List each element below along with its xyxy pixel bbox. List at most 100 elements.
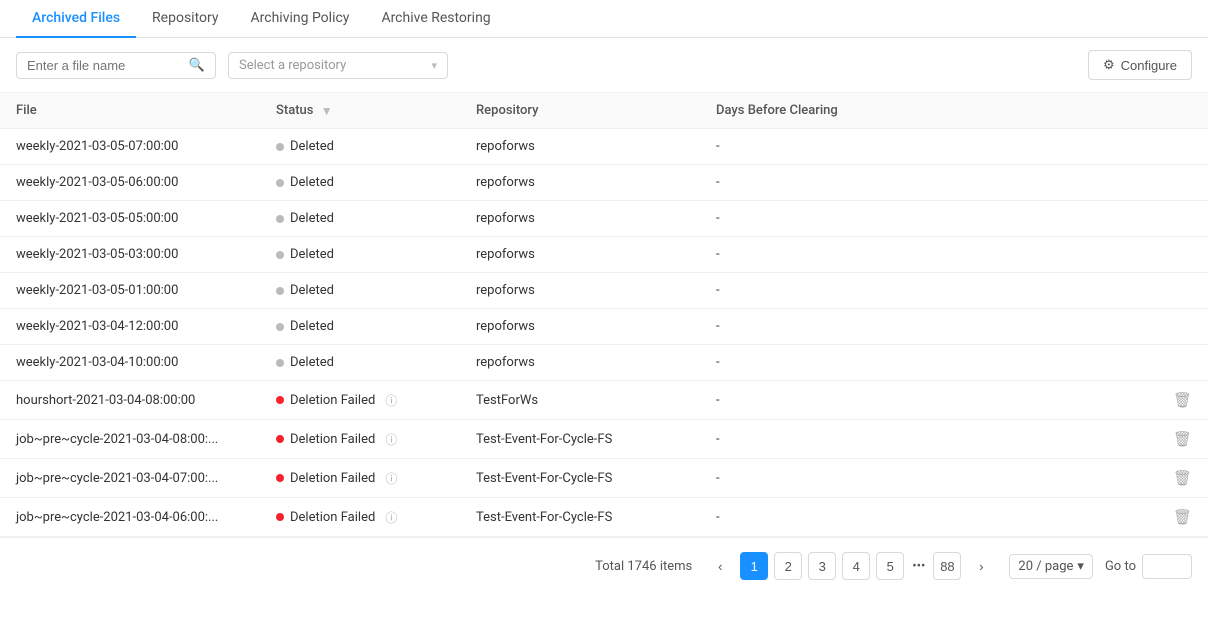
cell-actions bbox=[1157, 237, 1208, 273]
status-text: Deleted bbox=[290, 283, 334, 298]
page-5-button[interactable]: 5 bbox=[876, 552, 904, 580]
cell-repository: Test-Event-For-Cycle-FS bbox=[460, 459, 700, 498]
cell-file: weekly-2021-03-05-07:00:00 bbox=[0, 129, 260, 165]
cell-days: - bbox=[700, 201, 1157, 237]
col-header-status: Status ▼ bbox=[260, 93, 460, 129]
pagination: Total 1746 items ‹ 1 2 3 4 5 ••• 88 › 20… bbox=[0, 537, 1208, 594]
col-header-repository: Repository bbox=[460, 93, 700, 129]
page-last-button[interactable]: 88 bbox=[933, 552, 961, 580]
status-dot bbox=[276, 215, 284, 223]
cell-actions bbox=[1157, 309, 1208, 345]
table-row: weekly-2021-03-05-05:00:00 Deleted repof… bbox=[0, 201, 1208, 237]
configure-button[interactable]: ⚙ Configure bbox=[1088, 50, 1192, 80]
cell-days: - bbox=[700, 345, 1157, 381]
cell-file: job~pre~cycle-2021-03-04-08:00:... bbox=[0, 420, 260, 459]
repository-select[interactable]: Select a repository ▾ bbox=[228, 52, 448, 79]
status-text: Deletion Failed bbox=[290, 393, 375, 408]
page-4-button[interactable]: 4 bbox=[842, 552, 870, 580]
table-row: weekly-2021-03-05-07:00:00 Deleted repof… bbox=[0, 129, 1208, 165]
cell-days: - bbox=[700, 129, 1157, 165]
status-dot bbox=[276, 143, 284, 151]
cell-file: weekly-2021-03-04-10:00:00 bbox=[0, 345, 260, 381]
cell-days: - bbox=[700, 273, 1157, 309]
cell-file: job~pre~cycle-2021-03-04-07:00:... bbox=[0, 459, 260, 498]
repository-select-label: Select a repository bbox=[239, 58, 346, 73]
cell-file: hourshort-2021-03-04-08:00:00 bbox=[0, 381, 260, 420]
tab-repository[interactable]: Repository bbox=[136, 0, 234, 38]
tab-archiving-policy[interactable]: Archiving Policy bbox=[235, 0, 366, 38]
info-icon[interactable]: ⓘ bbox=[385, 392, 397, 409]
table-row: weekly-2021-03-04-12:00:00 Deleted repof… bbox=[0, 309, 1208, 345]
status-text: Deleted bbox=[290, 247, 334, 262]
status-dot bbox=[276, 513, 284, 521]
table-row: job~pre~cycle-2021-03-04-08:00:... Delet… bbox=[0, 420, 1208, 459]
status-dot bbox=[276, 396, 284, 404]
cell-repository: repoforws bbox=[460, 309, 700, 345]
page-1-button[interactable]: 1 bbox=[740, 552, 768, 580]
cell-actions bbox=[1157, 129, 1208, 165]
cell-status: Deleted bbox=[260, 201, 460, 237]
archived-files-table: File Status ▼ Repository Days Before Cle… bbox=[0, 92, 1208, 537]
cell-actions: 🗑 bbox=[1157, 381, 1208, 420]
info-icon[interactable]: ⓘ bbox=[385, 470, 397, 487]
tabs-bar: Archived Files Repository Archiving Poli… bbox=[0, 0, 1208, 38]
per-page-chevron-icon: ▾ bbox=[1077, 559, 1084, 574]
cell-file: weekly-2021-03-04-12:00:00 bbox=[0, 309, 260, 345]
go-to-input[interactable] bbox=[1142, 554, 1192, 579]
cell-status: Deleted bbox=[260, 129, 460, 165]
cell-status: Deletion Failed ⓘ bbox=[260, 459, 460, 498]
go-to-label: Go to bbox=[1105, 559, 1136, 574]
cell-actions bbox=[1157, 273, 1208, 309]
status-dot bbox=[276, 287, 284, 295]
page-2-button[interactable]: 2 bbox=[774, 552, 802, 580]
status-text: Deletion Failed bbox=[290, 510, 375, 525]
configure-label: Configure bbox=[1121, 58, 1177, 73]
table-row: weekly-2021-03-05-01:00:00 Deleted repof… bbox=[0, 273, 1208, 309]
cell-repository: repoforws bbox=[460, 129, 700, 165]
cell-actions: 🗑 bbox=[1157, 420, 1208, 459]
cell-status: Deletion Failed ⓘ bbox=[260, 498, 460, 537]
col-header-file: File bbox=[0, 93, 260, 129]
cell-file: weekly-2021-03-05-06:00:00 bbox=[0, 165, 260, 201]
status-dot bbox=[276, 359, 284, 367]
cell-repository: repoforws bbox=[460, 273, 700, 309]
cell-repository: repoforws bbox=[460, 201, 700, 237]
table-row: weekly-2021-03-05-06:00:00 Deleted repof… bbox=[0, 165, 1208, 201]
prev-page-button[interactable]: ‹ bbox=[706, 552, 734, 580]
status-filter-icon[interactable]: ▼ bbox=[321, 104, 333, 118]
status-dot bbox=[276, 251, 284, 259]
delete-icon[interactable]: 🗑 bbox=[1173, 430, 1192, 448]
page-3-button[interactable]: 3 bbox=[808, 552, 836, 580]
cell-repository: Test-Event-For-Cycle-FS bbox=[460, 420, 700, 459]
col-header-actions bbox=[1157, 93, 1208, 129]
page-ellipsis: ••• bbox=[910, 559, 927, 574]
tab-archived-files[interactable]: Archived Files bbox=[16, 0, 136, 38]
table-row: weekly-2021-03-05-03:00:00 Deleted repof… bbox=[0, 237, 1208, 273]
tab-archive-restoring[interactable]: Archive Restoring bbox=[365, 0, 506, 38]
next-page-button[interactable]: › bbox=[967, 552, 995, 580]
search-icon: 🔍 bbox=[189, 58, 205, 73]
cell-status: Deleted bbox=[260, 237, 460, 273]
search-box: 🔍 bbox=[16, 52, 216, 79]
status-text: Deleted bbox=[290, 319, 334, 334]
cell-file: weekly-2021-03-05-01:00:00 bbox=[0, 273, 260, 309]
status-text: Deleted bbox=[290, 175, 334, 190]
per-page-select[interactable]: 20 / page ▾ bbox=[1009, 554, 1093, 579]
info-icon[interactable]: ⓘ bbox=[385, 509, 397, 526]
info-icon[interactable]: ⓘ bbox=[385, 431, 397, 448]
table-row: hourshort-2021-03-04-08:00:00 Deletion F… bbox=[0, 381, 1208, 420]
table-row: job~pre~cycle-2021-03-04-07:00:... Delet… bbox=[0, 459, 1208, 498]
cell-file: weekly-2021-03-05-05:00:00 bbox=[0, 201, 260, 237]
search-input[interactable] bbox=[27, 58, 183, 73]
delete-icon[interactable]: 🗑 bbox=[1173, 469, 1192, 487]
cell-file: weekly-2021-03-05-03:00:00 bbox=[0, 237, 260, 273]
table-header-row: File Status ▼ Repository Days Before Cle… bbox=[0, 93, 1208, 129]
cell-file: job~pre~cycle-2021-03-04-06:00:... bbox=[0, 498, 260, 537]
delete-icon[interactable]: 🗑 bbox=[1173, 508, 1192, 526]
total-items-label: Total 1746 items bbox=[595, 559, 692, 574]
cell-repository: repoforws bbox=[460, 165, 700, 201]
per-page-label: 20 / page bbox=[1018, 559, 1073, 574]
cell-status: Deleted bbox=[260, 165, 460, 201]
cell-actions bbox=[1157, 201, 1208, 237]
delete-icon[interactable]: 🗑 bbox=[1173, 391, 1192, 409]
